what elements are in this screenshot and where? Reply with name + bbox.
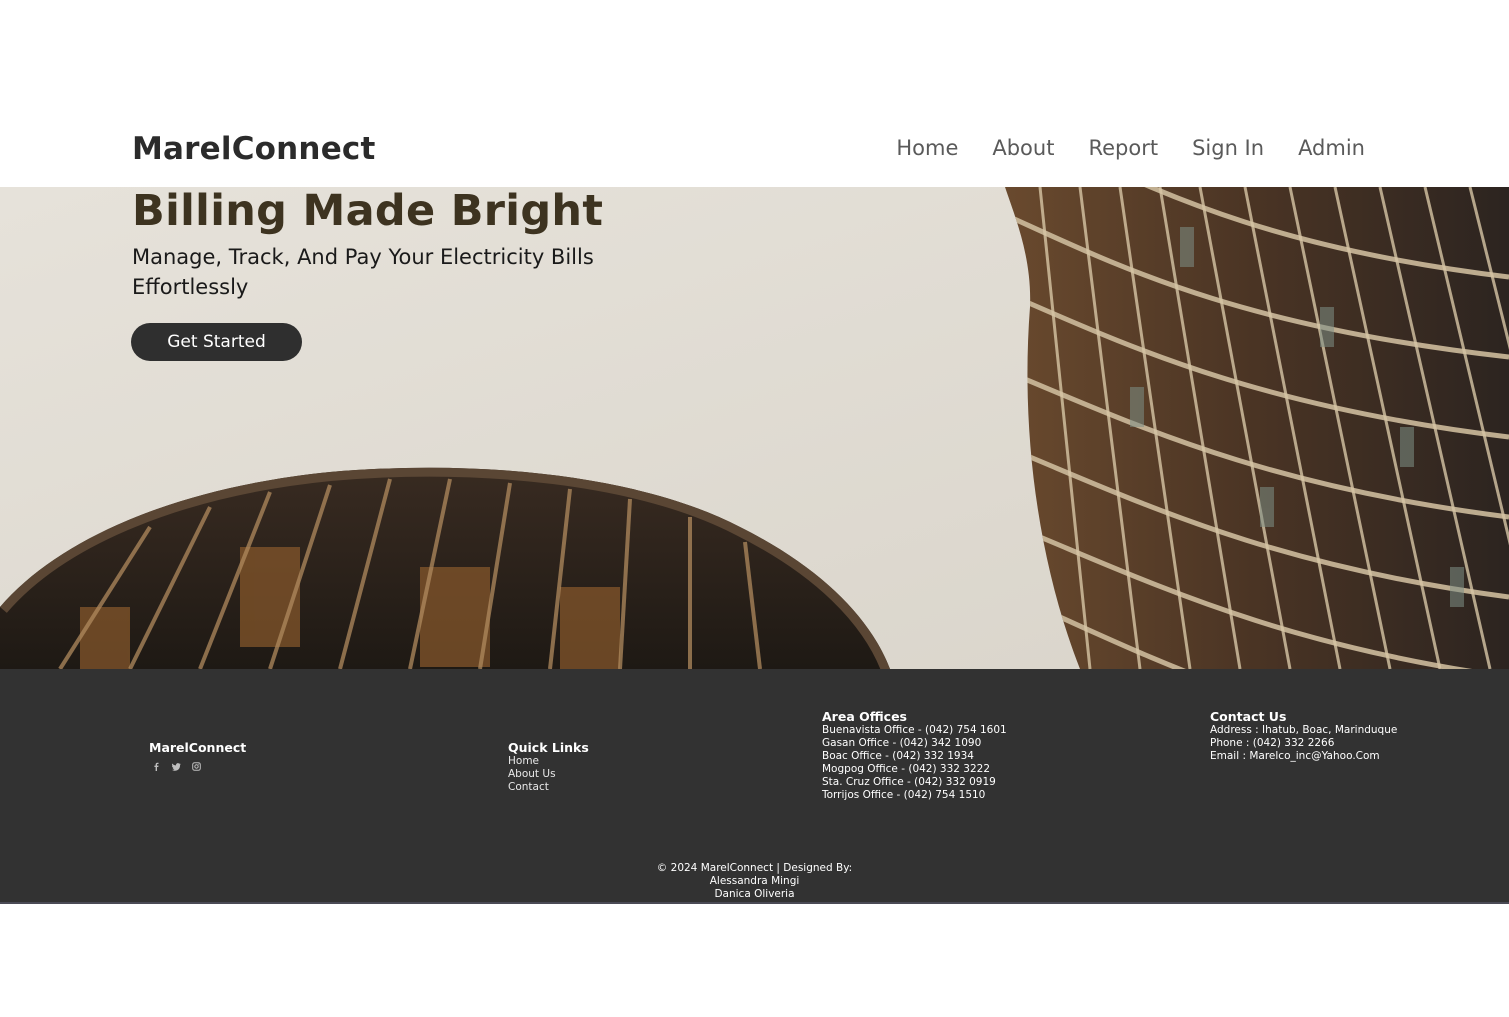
designer-name: Alessandra Mingi [709,875,800,887]
nav-links: Home About Report Sign In Admin [896,136,1365,160]
office-item: Gasan Office - (042) 342 1090 [822,737,982,749]
nav-about-link[interactable]: About [992,136,1054,160]
quick-links-heading: Quick Links [508,740,589,755]
nav-home-link[interactable]: Home [896,136,958,160]
facebook-icon[interactable] [152,756,161,771]
office-item: Buenavista Office - (042) 754 1601 [822,724,1007,736]
office-item: Sta. Cruz Office - (042) 332 0919 [822,776,996,788]
footer-brand: MarelConnect [149,740,247,755]
instagram-icon[interactable] [192,756,201,771]
contact-us-heading: Contact Us [1210,709,1287,724]
footer-link-contact[interactable]: Contact [508,781,589,794]
footer-brand-column: MarelConnect [149,740,247,771]
twitter-icon[interactable] [172,756,181,771]
contact-email: Email : Marelco_inc@Yahoo.Com [1210,750,1380,762]
footer: MarelConnect Quick Links Home About Us C… [0,669,1509,904]
navbar: MarelConnect Home About Report Sign In A… [0,0,1509,187]
office-item: Torrijos Office - (042) 754 1510 [822,789,986,801]
footer-link-home[interactable]: Home [508,755,589,768]
area-offices-column: Area Offices Buenavista Office - (042) 7… [822,709,1007,802]
designer-name: Danica Oliveria [714,888,795,900]
hero-subtitle: Manage, Track, And Pay Your Electricity … [132,245,594,299]
social-links [152,756,246,771]
hero-title: Billing Made Bright [132,187,604,236]
contact-us-column: Contact Us Address : Ihatub, Boac, Marin… [1210,709,1397,763]
copyright-block: © 2024 MarelConnect | Designed By: Aless… [0,862,1509,901]
nav-sign-in-link[interactable]: Sign In [1192,136,1264,160]
hero-section: Billing Made Bright Manage, Track, And P… [0,187,1509,669]
office-item: Mogpog Office - (042) 332 3222 [822,763,991,775]
brand-logo[interactable]: MarelConnect [132,131,376,167]
copyright-text: © 2024 MarelConnect | Designed By: [656,862,853,874]
contact-address: Address : Ihatub, Boac, Marinduque [1210,724,1398,736]
area-offices-heading: Area Offices [822,709,907,724]
nav-admin-link[interactable]: Admin [1298,136,1365,160]
nav-report-link[interactable]: Report [1088,136,1158,160]
footer-link-about-us[interactable]: About Us [508,768,589,781]
get-started-button[interactable]: Get Started [131,323,302,361]
quick-links-column: Quick Links Home About Us Contact [508,740,589,794]
contact-phone: Phone : (042) 332 2266 [1210,737,1335,749]
office-item: Boac Office - (042) 332 1934 [822,750,974,762]
